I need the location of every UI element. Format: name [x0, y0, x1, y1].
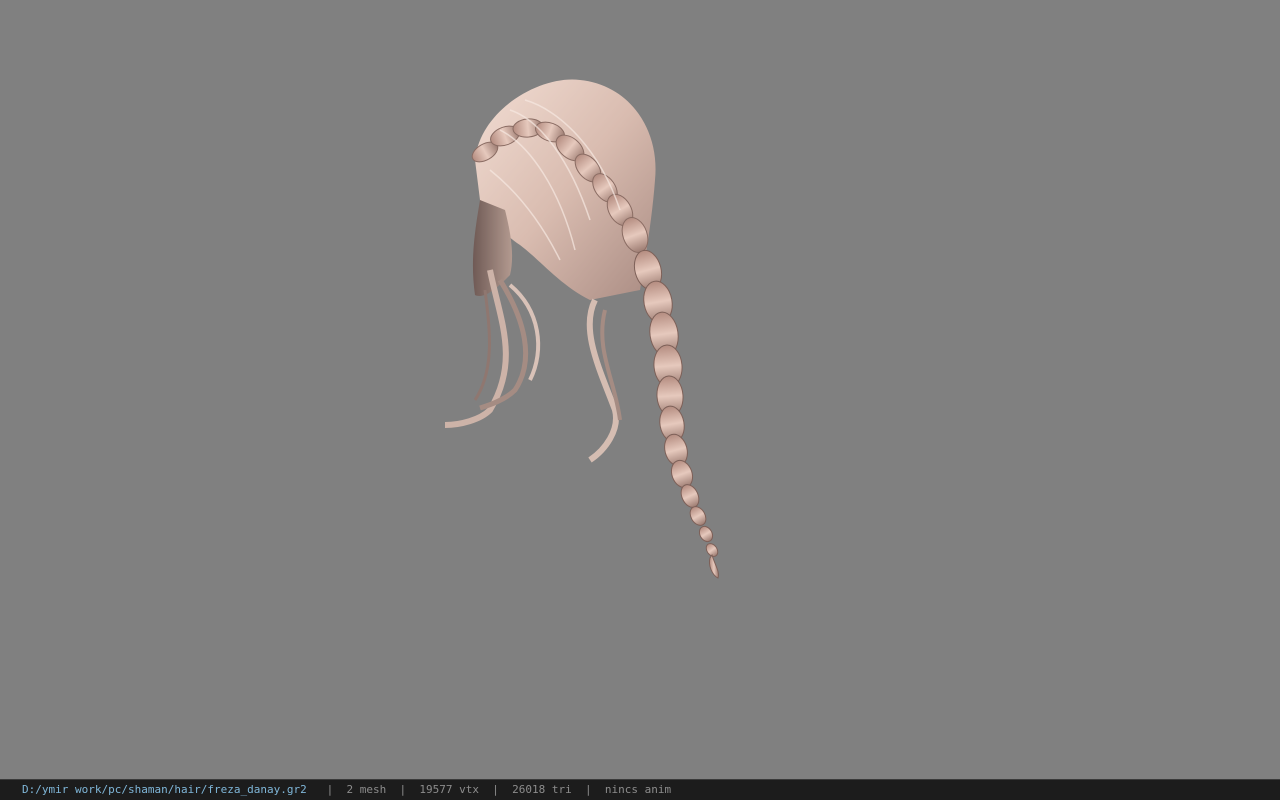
mesh-count: 2 mesh [346, 783, 387, 796]
vertex-count: 19577 vtx [419, 783, 480, 796]
separator: | [585, 783, 592, 796]
file-path: D:/ymir work/pc/shaman/hair/freza_danay.… [22, 783, 307, 796]
separator: | [492, 783, 499, 796]
separator: | [399, 783, 407, 796]
separator: | [326, 783, 334, 796]
triangle-count: 26018 tri [512, 783, 572, 796]
status-bar: D:/ymir work/pc/shaman/hair/freza_danay.… [0, 779, 1280, 800]
3d-viewport[interactable] [0, 0, 1280, 779]
hair-model[interactable] [430, 70, 740, 590]
braid-tail [633, 249, 719, 579]
animation-status: nincs anim [604, 783, 672, 796]
